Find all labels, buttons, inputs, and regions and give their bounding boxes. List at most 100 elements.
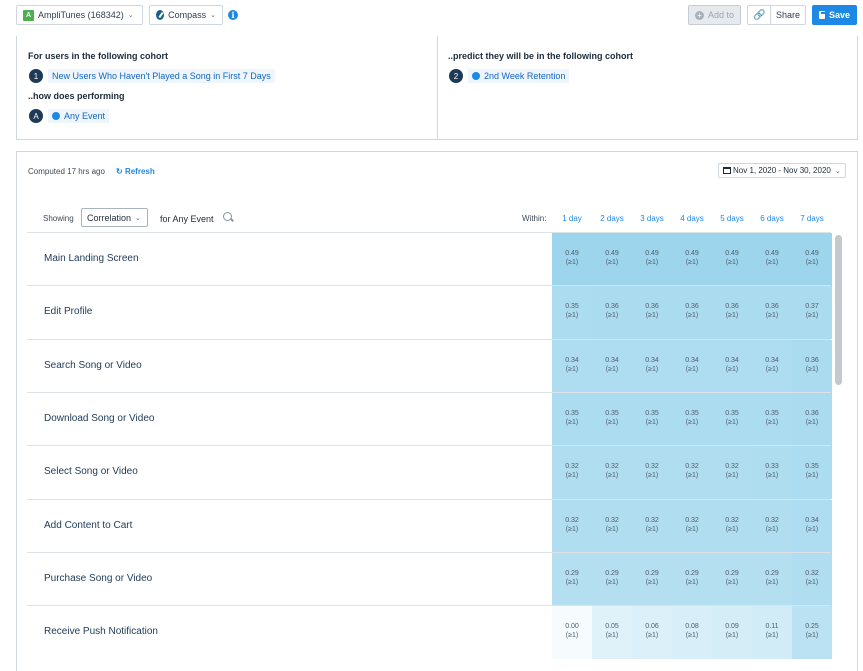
event-name: Add Content to Cart xyxy=(44,519,133,531)
correlation-cell[interactable]: 0.34 (≥1) xyxy=(672,339,712,393)
correlation-cell[interactable]: 0.35 (≥1) xyxy=(672,392,712,446)
table-row[interactable]: Edit Profile 0.35 (≥1) 0.36 (≥1) 0.36 (≥1) 0.36… xyxy=(27,285,832,340)
correlation-cell[interactable]: 0.25 (≥1) xyxy=(792,606,832,660)
save-button[interactable]: Save xyxy=(812,5,857,25)
correlation-cell[interactable]: 0.35 (≥1) xyxy=(552,286,592,340)
correlation-cell[interactable]: 0.11 (≥1) xyxy=(752,606,792,660)
correlation-cell[interactable]: 0.49 (≥1) xyxy=(592,233,632,286)
metric-select[interactable]: Correlation ⌄ xyxy=(81,208,148,227)
correlation-value: 0.32 xyxy=(645,516,659,524)
table-row[interactable]: Purchase Song or Video 0.29 (≥1) 0.29 (≥1) 0.… xyxy=(27,551,832,606)
correlation-cell[interactable]: 0.34 (≥1) xyxy=(552,339,592,393)
correlation-cell[interactable]: 0.36 (≥1) xyxy=(712,286,752,340)
correlation-cell[interactable]: 0.34 (≥1) xyxy=(752,339,792,393)
correlation-cell[interactable]: 0.49 (≥1) xyxy=(632,233,672,286)
correlation-cell[interactable]: 0.32 (≥1) xyxy=(712,499,752,553)
correlation-cell[interactable]: 0.34 (≥1) xyxy=(712,339,752,393)
correlation-cell[interactable]: 0.36 (≥1) xyxy=(752,286,792,340)
correlation-cell[interactable]: 0.36 (≥1) xyxy=(592,286,632,340)
table-row[interactable]: Download Song or Video 0.35 (≥1) 0.35 (≥1) 0.… xyxy=(27,391,832,446)
correlation-cell[interactable]: 0.06 (≥1) xyxy=(632,606,672,660)
correlation-cell[interactable]: 0.00 (≥1) xyxy=(552,606,592,660)
correlation-cell[interactable]: 0.49 (≥1) xyxy=(672,233,712,286)
correlation-cell[interactable]: 0.36 (≥1) xyxy=(672,286,712,340)
day-column-header[interactable]: 6 days xyxy=(752,214,792,223)
correlation-cell[interactable]: 0.32 (≥1) xyxy=(712,446,752,500)
chart-type-selector[interactable]: Compass ⌄ xyxy=(149,5,223,25)
threshold-label: (≥1) xyxy=(685,578,699,586)
table-row[interactable]: Receive Push Notification 0.00 (≥1) 0.05 (≥1… xyxy=(27,605,832,660)
day-column-header[interactable]: 7 days xyxy=(792,214,832,223)
threshold-label: (≥1) xyxy=(645,525,659,533)
correlation-cell[interactable]: 0.32 (≥1) xyxy=(752,499,792,553)
correlation-cell[interactable]: 0.49 (≥1) xyxy=(792,233,832,286)
correlation-value: 0.35 xyxy=(565,409,579,417)
date-range-picker[interactable]: Nov 1, 2020 - Nov 30, 2020 ⌄ xyxy=(718,163,846,178)
correlation-cell[interactable]: 0.29 (≥1) xyxy=(752,552,792,606)
correlation-cell[interactable]: 0.32 (≥1) xyxy=(672,499,712,553)
add-to-button[interactable]: + Add to xyxy=(688,5,741,25)
app-selector[interactable]: A AmpliTunes (168342) ⌄ xyxy=(16,5,143,25)
search-icon[interactable] xyxy=(223,212,232,221)
correlation-cell[interactable]: 0.32 (≥1) xyxy=(672,446,712,500)
table-row[interactable]: Select Song or Video 0.32 (≥1) 0.32 (≥1) 0.32… xyxy=(27,445,832,500)
correlation-cell[interactable]: 0.29 (≥1) xyxy=(592,552,632,606)
correlation-cell[interactable]: 0.34 (≥1) xyxy=(632,339,672,393)
event-name: Select Song or Video xyxy=(44,466,138,478)
correlation-cell[interactable]: 0.49 (≥1) xyxy=(712,233,752,286)
correlation-cell[interactable]: 0.29 (≥1) xyxy=(632,552,672,606)
correlation-cell[interactable]: 0.32 (≥1) xyxy=(592,499,632,553)
day-column-header[interactable]: 5 days xyxy=(712,214,752,223)
correlation-cell[interactable]: 0.09 (≥1) xyxy=(712,606,752,660)
scrollbar[interactable] xyxy=(835,235,842,385)
share-button[interactable]: Share xyxy=(770,5,806,25)
refresh-button[interactable]: ↻ Refresh xyxy=(116,167,155,176)
event-name: Download Song or Video xyxy=(44,412,155,424)
correlation-cell[interactable]: 0.32 (≥1) xyxy=(552,446,592,500)
correlation-cell[interactable]: 0.35 (≥1) xyxy=(752,392,792,446)
correlation-cell[interactable]: 0.32 (≥1) xyxy=(632,446,672,500)
copy-link-button[interactable]: 🔗 xyxy=(747,5,772,25)
table-row[interactable]: Main Landing Screen 0.49 (≥1) 0.49 (≥1) 0.49 (… xyxy=(27,232,832,286)
correlation-cell[interactable]: 0.35 (≥1) xyxy=(792,446,832,500)
correlation-cell[interactable]: 0.29 (≥1) xyxy=(552,552,592,606)
target-cohort-chip[interactable]: 2nd Week Retention xyxy=(468,69,570,83)
correlation-cell[interactable]: 0.35 (≥1) xyxy=(632,392,672,446)
day-column-header[interactable]: 1 day xyxy=(552,214,592,223)
correlation-cell[interactable]: 0.35 (≥1) xyxy=(712,392,752,446)
threshold-label: (≥1) xyxy=(765,472,779,480)
info-icon[interactable]: i xyxy=(228,10,238,20)
correlation-cell[interactable]: 0.35 (≥1) xyxy=(592,392,632,446)
correlation-cell[interactable]: 0.32 (≥1) xyxy=(552,499,592,553)
correlation-cell[interactable]: 0.29 (≥1) xyxy=(672,552,712,606)
correlation-cell[interactable]: 0.32 (≥1) xyxy=(632,499,672,553)
day-column-header[interactable]: 3 days xyxy=(632,214,672,223)
correlation-cell[interactable]: 0.35 (≥1) xyxy=(552,392,592,446)
correlation-cell[interactable]: 0.34 (≥1) xyxy=(592,339,632,393)
correlation-value: 0.35 xyxy=(605,409,619,417)
correlation-cell[interactable]: 0.37 (≥1) xyxy=(792,286,832,340)
correlation-cell[interactable]: 0.36 (≥1) xyxy=(792,392,832,446)
correlation-cell[interactable]: 0.49 (≥1) xyxy=(752,233,792,286)
correlation-cell[interactable]: 0.49 (≥1) xyxy=(552,233,592,286)
correlation-cell[interactable]: 0.34 (≥1) xyxy=(792,499,832,553)
table-row[interactable]: Search Song or Video 0.34 (≥1) 0.34 (≥1) 0.34… xyxy=(27,338,832,393)
day-column-header[interactable]: 4 days xyxy=(672,214,712,223)
correlation-value: 0.49 xyxy=(685,250,699,257)
correlation-value: 0.08 xyxy=(685,623,699,631)
correlation-cell[interactable]: 0.36 (≥1) xyxy=(792,339,832,393)
correlation-cell[interactable]: 0.36 (≥1) xyxy=(632,286,672,340)
event-chip[interactable]: Any Event xyxy=(48,109,110,123)
correlation-cell[interactable]: 0.29 (≥1) xyxy=(712,552,752,606)
correlation-value: 0.37 xyxy=(805,303,819,311)
correlation-cell[interactable]: 0.33 (≥1) xyxy=(752,446,792,500)
correlation-cell[interactable]: 0.32 (≥1) xyxy=(792,552,832,606)
table-row[interactable]: Add Content to Cart 0.32 (≥1) 0.32 (≥1) 0.32(… xyxy=(27,498,832,553)
day-column-header[interactable]: 2 days xyxy=(592,214,632,223)
threshold-label: (≥1) xyxy=(765,259,779,266)
correlation-cell[interactable]: 0.05 (≥1) xyxy=(592,606,632,660)
correlation-cell[interactable]: 0.32 (≥1) xyxy=(592,446,632,500)
source-cohort-chip[interactable]: New Users Who Haven't Played a Song in F… xyxy=(48,69,275,83)
event-step-badge: A xyxy=(29,109,43,123)
correlation-cell[interactable]: 0.08 (≥1) xyxy=(672,606,712,660)
